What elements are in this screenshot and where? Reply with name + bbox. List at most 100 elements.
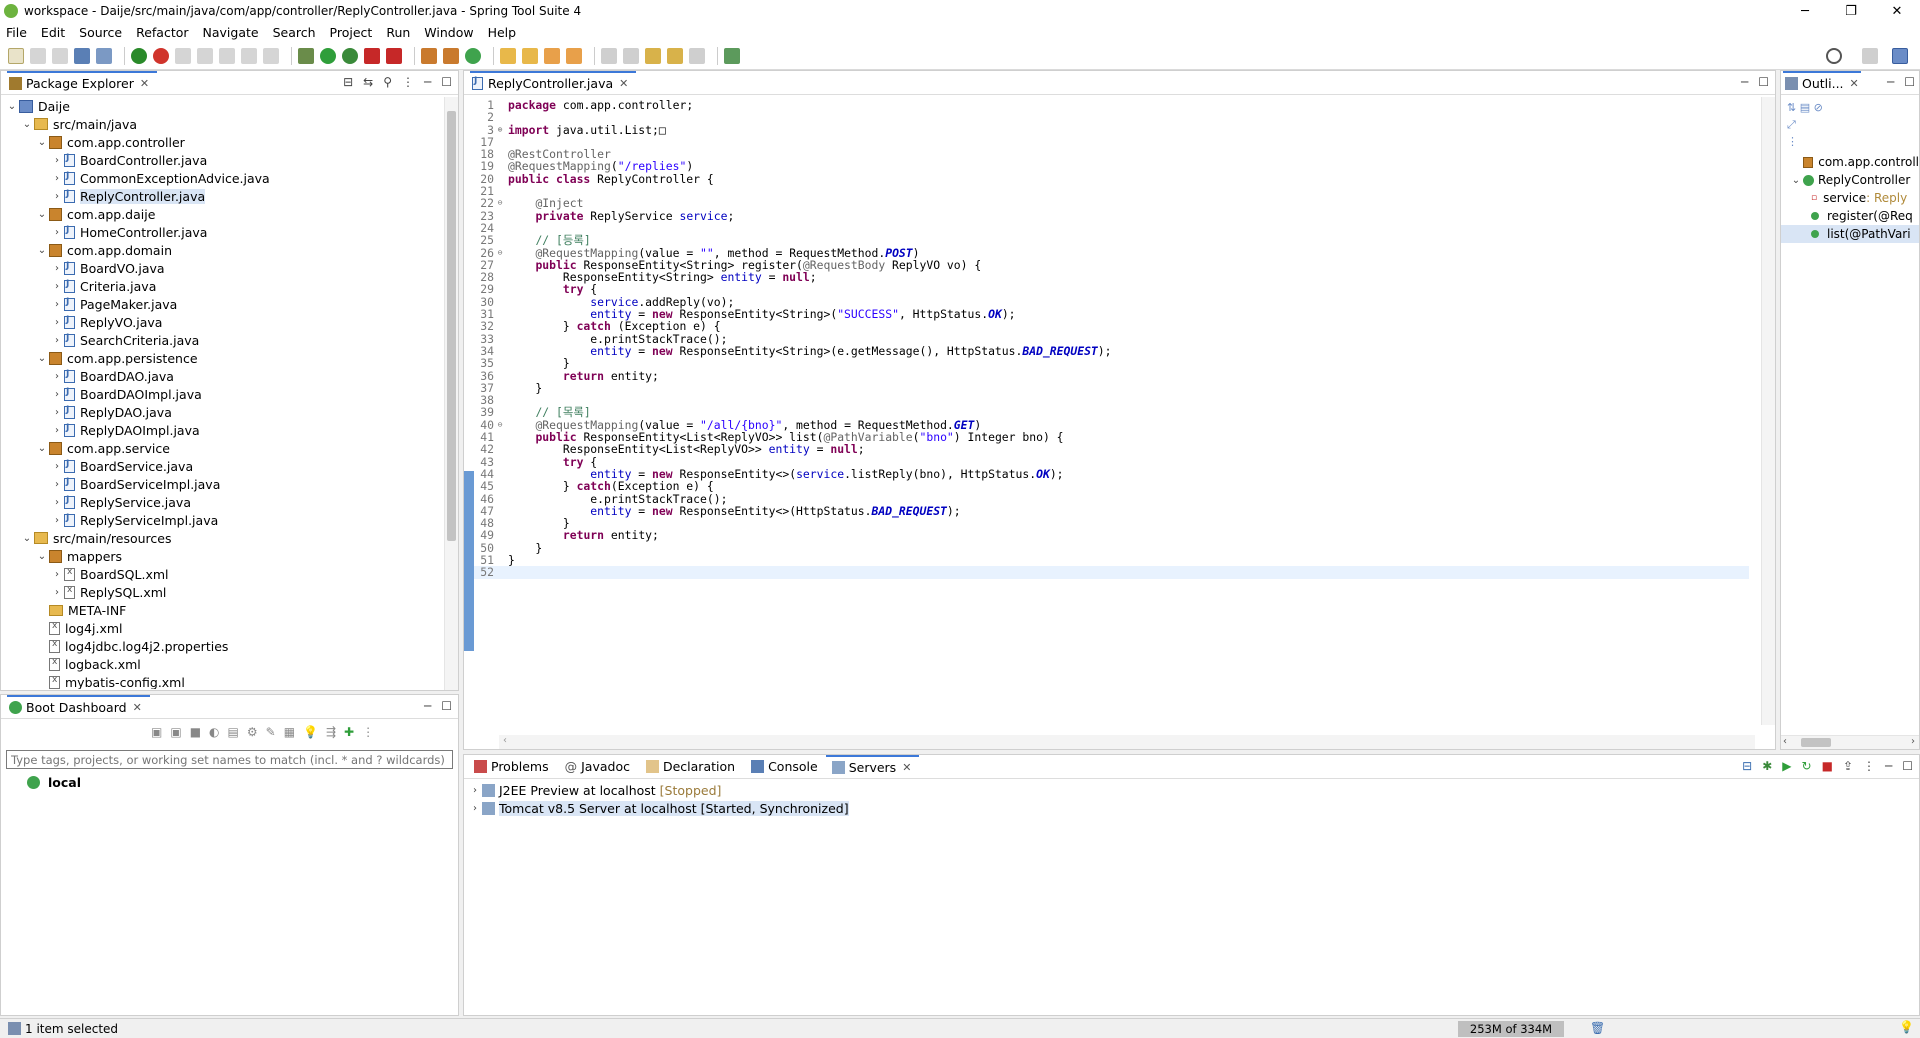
- chevron-right-icon[interactable]: ›: [468, 785, 482, 796]
- new-spring-starter-icon[interactable]: [465, 48, 481, 64]
- debug-icon[interactable]: [298, 48, 314, 64]
- code-line[interactable]: 2: [474, 111, 1749, 124]
- view-menu-icon[interactable]: ⋮: [402, 75, 414, 89]
- add-icon[interactable]: ✚: [344, 725, 354, 739]
- forward-icon[interactable]: [689, 48, 705, 64]
- chevron-down-icon[interactable]: ⌄: [5, 101, 19, 112]
- minimize-window-button[interactable]: ─: [1782, 0, 1828, 22]
- start-icon[interactable]: ▣: [151, 725, 162, 739]
- boot-relaunch-icon[interactable]: [131, 48, 147, 64]
- notification-lightbulb-icon[interactable]: 💡: [1899, 1020, 1914, 1034]
- chevron-right-icon[interactable]: ›: [50, 479, 64, 490]
- next-annotation-icon[interactable]: [601, 48, 617, 64]
- code-line[interactable]: 26 ⊖ @RequestMapping(value = "", method =…: [474, 246, 1749, 259]
- editor-hscrollbar[interactable]: ‹: [499, 735, 1755, 749]
- code-line[interactable]: 24: [474, 222, 1749, 235]
- tree-item[interactable]: › BoardDAOImpl.java: [1, 385, 458, 403]
- minimize-view-icon[interactable]: ─: [1885, 759, 1892, 773]
- garbage-collect-icon[interactable]: 🗑: [1590, 1021, 1605, 1035]
- tab-servers[interactable]: Servers ✕: [825, 754, 920, 779]
- chevron-right-icon[interactable]: ›: [50, 317, 64, 328]
- show-whitespace-icon[interactable]: [263, 48, 279, 64]
- heap-status[interactable]: 253M of 334M: [1458, 1021, 1564, 1037]
- tree-item[interactable]: › BoardVO.java: [1, 259, 458, 277]
- fold-toggle-icon[interactable]: ⊖: [496, 247, 504, 259]
- tab-problems[interactable]: Problems: [466, 755, 557, 779]
- chevron-right-icon[interactable]: ›: [50, 155, 64, 166]
- sort-icon[interactable]: ⇅: [1787, 101, 1796, 114]
- chevron-right-icon[interactable]: ›: [50, 263, 64, 274]
- code-line[interactable]: 52: [474, 566, 1749, 579]
- stop-icon[interactable]: ■: [190, 725, 201, 739]
- chevron-right-icon[interactable]: ›: [50, 335, 64, 346]
- tab-boot-dashboard[interactable]: Boot Dashboard ✕: [7, 694, 150, 719]
- toggle-breakpoint-icon[interactable]: [175, 48, 191, 64]
- fold-toggle-icon[interactable]: ⊖: [496, 197, 504, 209]
- chevron-right-icon[interactable]: ›: [50, 461, 64, 472]
- menu-navigate[interactable]: Navigate: [203, 25, 259, 40]
- minimize-view-icon[interactable]: ─: [424, 75, 431, 89]
- tree-item[interactable]: ⌄ mappers: [1, 547, 458, 565]
- maximize-view-icon[interactable]: ☐: [1904, 75, 1915, 89]
- menu-project[interactable]: Project: [330, 25, 373, 40]
- tree-item[interactable]: › PageMaker.java: [1, 295, 458, 313]
- tree-item[interactable]: › BoardController.java: [1, 151, 458, 169]
- chevron-right-icon[interactable]: ›: [50, 227, 64, 238]
- chevron-down-icon[interactable]: ⌄: [35, 209, 49, 220]
- code-line[interactable]: 3 ⊕ import java.util.List;□: [474, 123, 1749, 136]
- code-line[interactable]: 25 // [등록]: [474, 234, 1749, 247]
- stop-server-icon[interactable]: [364, 48, 380, 64]
- stop-server-icon[interactable]: ■: [1822, 759, 1833, 773]
- start-server-icon[interactable]: ▶: [1782, 759, 1791, 773]
- tab-reply-controller[interactable]: ReplyController.java ✕: [470, 70, 637, 95]
- code-line[interactable]: 32 } catch (Exception e) {: [474, 320, 1749, 333]
- code-line[interactable]: 49 return entity;: [474, 529, 1749, 542]
- tree-item[interactable]: › HomeController.java: [1, 223, 458, 241]
- collapse-icon[interactable]: ⊟: [1742, 759, 1752, 773]
- view-menu-icon[interactable]: ⋮: [1787, 135, 1798, 148]
- code-line[interactable]: 45 } catch(Exception e) {: [474, 480, 1749, 493]
- boot-stop-icon[interactable]: [153, 48, 169, 64]
- code-line[interactable]: 28 ResponseEntity<String> entity = null;: [474, 271, 1749, 284]
- settings-icon[interactable]: ⚙: [247, 725, 258, 739]
- tree-item[interactable]: logback.xml: [1, 655, 458, 673]
- block-selection-icon[interactable]: [241, 48, 257, 64]
- view-menu-icon[interactable]: ⋮: [1863, 759, 1875, 773]
- tree-item[interactable]: › BoardServiceImpl.java: [1, 475, 458, 493]
- code-line[interactable]: 36 return entity;: [474, 369, 1749, 382]
- last-edit-icon[interactable]: [645, 48, 661, 64]
- close-icon[interactable]: ✕: [1850, 77, 1859, 90]
- link-icon[interactable]: ⤢: [1787, 118, 1796, 131]
- pause-icon[interactable]: ◐: [209, 725, 219, 739]
- chevron-right-icon[interactable]: ›: [50, 281, 64, 292]
- code-line[interactable]: 42 ResponseEntity<List<ReplyVO>> entity …: [474, 443, 1749, 456]
- new-icon[interactable]: [8, 48, 24, 64]
- lightbulb-icon[interactable]: 💡: [303, 725, 318, 739]
- fold-toggle-icon[interactable]: ⊖: [496, 419, 504, 431]
- back-icon[interactable]: [667, 48, 683, 64]
- tab-declaration[interactable]: Declaration: [638, 755, 743, 779]
- code-line[interactable]: 1 package com.app.controller;: [474, 99, 1749, 111]
- search-files-icon[interactable]: [96, 48, 112, 64]
- coverage-icon[interactable]: [342, 48, 358, 64]
- minimize-view-icon[interactable]: ─: [1887, 75, 1894, 89]
- tree-item[interactable]: › Criteria.java: [1, 277, 458, 295]
- code-editor[interactable]: 1 package com.app.controller; 2 3 ⊕ import ja…: [474, 99, 1749, 717]
- quick-access-search-icon[interactable]: [1826, 48, 1842, 64]
- chevron-down-icon[interactable]: ⌄: [1789, 175, 1803, 186]
- code-line[interactable]: 48 }: [474, 517, 1749, 530]
- menu-file[interactable]: File: [6, 25, 27, 40]
- outline-item[interactable]: register(@Req: [1781, 207, 1919, 225]
- code-line[interactable]: 38: [474, 394, 1749, 407]
- tree-item[interactable]: › ReplyService.java: [1, 493, 458, 511]
- tree-item[interactable]: ⌄ com.app.domain: [1, 241, 458, 259]
- save-icon[interactable]: [30, 48, 46, 64]
- close-window-button[interactable]: ✕: [1874, 0, 1920, 22]
- java-ee-perspective-icon[interactable]: [1892, 48, 1908, 64]
- skip-breakpoints-icon[interactable]: [197, 48, 213, 64]
- code-line[interactable]: 35 }: [474, 357, 1749, 370]
- open-type-icon[interactable]: [500, 48, 516, 64]
- close-icon[interactable]: ✕: [133, 701, 142, 714]
- code-line[interactable]: 29 try {: [474, 283, 1749, 296]
- code-line[interactable]: 17: [474, 136, 1749, 149]
